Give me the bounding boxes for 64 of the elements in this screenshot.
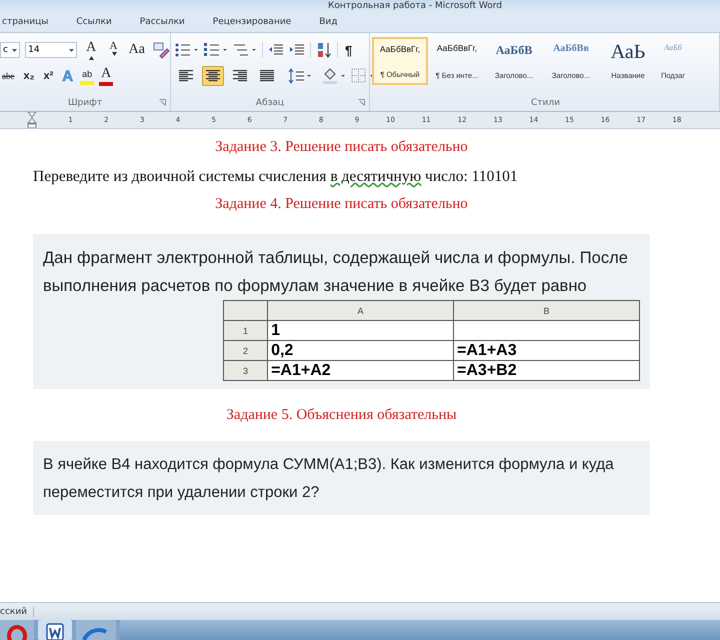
line-spacing-icon[interactable] (288, 68, 312, 84)
panel-text: Дан фрагмент электронной таблицы, содержащей числа и формулы. После выполнения расчетов по формулам значение в ячейке В3 будет равно (43, 248, 629, 297)
shrink-font-button[interactable]: A (105, 40, 122, 60)
align-icon (260, 70, 274, 82)
table-cell: 1 (268, 320, 454, 340)
caret-icon (12, 48, 18, 52)
word-app-icon[interactable] (38, 620, 72, 640)
subscript-button[interactable]: x₂ (22, 66, 37, 86)
style-sample: АаБбВвГг, (380, 44, 420, 54)
strikethrough-button[interactable]: abe (0, 66, 16, 86)
numbered-list-icon[interactable] (204, 42, 228, 58)
font-name-field[interactable]: c (0, 42, 20, 58)
task-text: Переведите из двоичной системы счисления в десятичную число: 110101 (33, 168, 519, 186)
row-header: 2 (224, 340, 268, 360)
borders-icon[interactable] (351, 68, 375, 84)
style-sample: АаБбВв (553, 43, 589, 54)
panel-text: В ячейке В4 находится формула СУММ(А1;В3). Как изменится формула и куда переместится при удалении строки 2? (43, 455, 615, 503)
grow-font-button[interactable]: A (82, 40, 100, 60)
column-header: A (268, 300, 454, 320)
style-sample: АаЬ (610, 43, 646, 61)
style-sample: АаБб (664, 43, 682, 52)
column-header: B (454, 300, 640, 320)
font-color-button[interactable]: A (99, 66, 114, 86)
dialog-launcher-icon[interactable] (159, 99, 166, 106)
down-triangle-icon (112, 52, 116, 56)
ribbon-tab[interactable]: страницы (0, 17, 60, 27)
ribbon-tab[interactable]: Вид (317, 17, 350, 27)
font-size-field[interactable]: 14 (25, 42, 78, 58)
table-cell: =A1+A2 (268, 360, 454, 380)
up-triangle-icon (89, 56, 94, 60)
style-sample: АаБбВвГг, (436, 43, 478, 53)
align-icon (179, 70, 193, 82)
bullet-list-icon[interactable] (175, 42, 199, 58)
row-header: 3 (224, 360, 268, 380)
ribbon-tab[interactable]: Ссылки (74, 17, 124, 27)
task-heading: Задание 5. Объяснения обязательны (225, 407, 458, 425)
task-heading: Задание 4. Решение писать обязательно (214, 196, 469, 214)
group-label: Стили (531, 98, 560, 108)
language-indicator[interactable]: сский (0, 606, 34, 616)
sort-icon[interactable] (316, 42, 332, 58)
group-label: Абзац (256, 98, 284, 108)
ribbon-tab[interactable]: Рецензирование (210, 17, 304, 27)
ribbon-tab[interactable]: Рассылки (138, 17, 197, 27)
change-case-button[interactable]: Aa (126, 40, 147, 60)
align-button[interactable] (202, 66, 224, 86)
show-formatting-button[interactable]: ¶ (343, 40, 354, 60)
window-title: Контрольная работа - Microsoft Word (328, 1, 502, 12)
align-icon (206, 70, 220, 82)
multilevel-list-icon[interactable] (233, 42, 257, 58)
shading-bucket-icon[interactable] (322, 68, 346, 84)
superscript-button[interactable]: x² (42, 66, 56, 86)
row-header: 1 (224, 320, 268, 340)
highlight-button[interactable]: ab (80, 67, 94, 85)
style-sample: АаБбВ (496, 43, 532, 58)
table-cell: =A3+B2 (454, 360, 640, 380)
align-icon (233, 70, 247, 82)
eraser-icon[interactable] (152, 41, 170, 59)
dialog-launcher-icon[interactable] (358, 99, 365, 106)
table-cell: 0,2 (268, 340, 454, 360)
caret-icon (69, 48, 74, 52)
indent-marker-icon[interactable] (27, 112, 37, 128)
group-label: Шрифт (68, 98, 102, 108)
task-heading: Задание 3. Решение писать обязательно (214, 139, 469, 157)
table-cell: =A1+A3 (454, 340, 640, 360)
